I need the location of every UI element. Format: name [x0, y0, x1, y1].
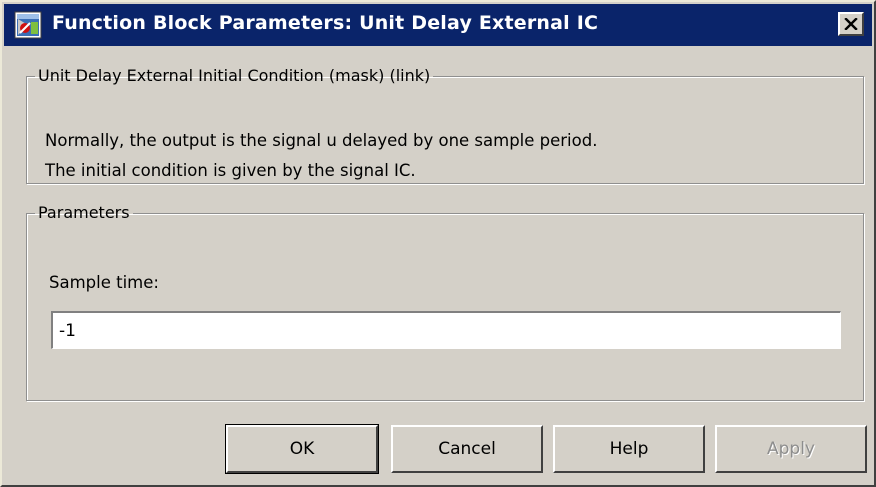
description-line-2: The initial condition is given by the si…	[45, 161, 416, 180]
dialog-window: Function Block Parameters: Unit Delay Ex…	[0, 0, 876, 487]
sample-time-label: Sample time:	[49, 273, 159, 292]
cancel-button[interactable]: Cancel	[391, 425, 543, 473]
title-bar[interactable]: Function Block Parameters: Unit Delay Ex…	[4, 4, 872, 46]
help-button[interactable]: Help	[553, 425, 705, 473]
description-line-1: Normally, the output is the signal u del…	[45, 131, 598, 150]
apply-button[interactable]: Apply	[715, 425, 867, 473]
ok-button[interactable]: OK	[225, 424, 379, 474]
close-button[interactable]	[838, 12, 864, 36]
parameters-group-legend: Parameters	[38, 203, 130, 222]
parameters-group: Parameters Sample time:	[26, 203, 864, 401]
description-group-legend: Unit Delay External Initial Condition (m…	[38, 66, 431, 85]
description-group: Unit Delay External Initial Condition (m…	[26, 66, 864, 184]
sample-time-input[interactable]	[51, 311, 841, 349]
simulink-block-icon	[14, 11, 42, 39]
close-icon	[844, 18, 858, 30]
window-title: Function Block Parameters: Unit Delay Ex…	[52, 12, 599, 34]
